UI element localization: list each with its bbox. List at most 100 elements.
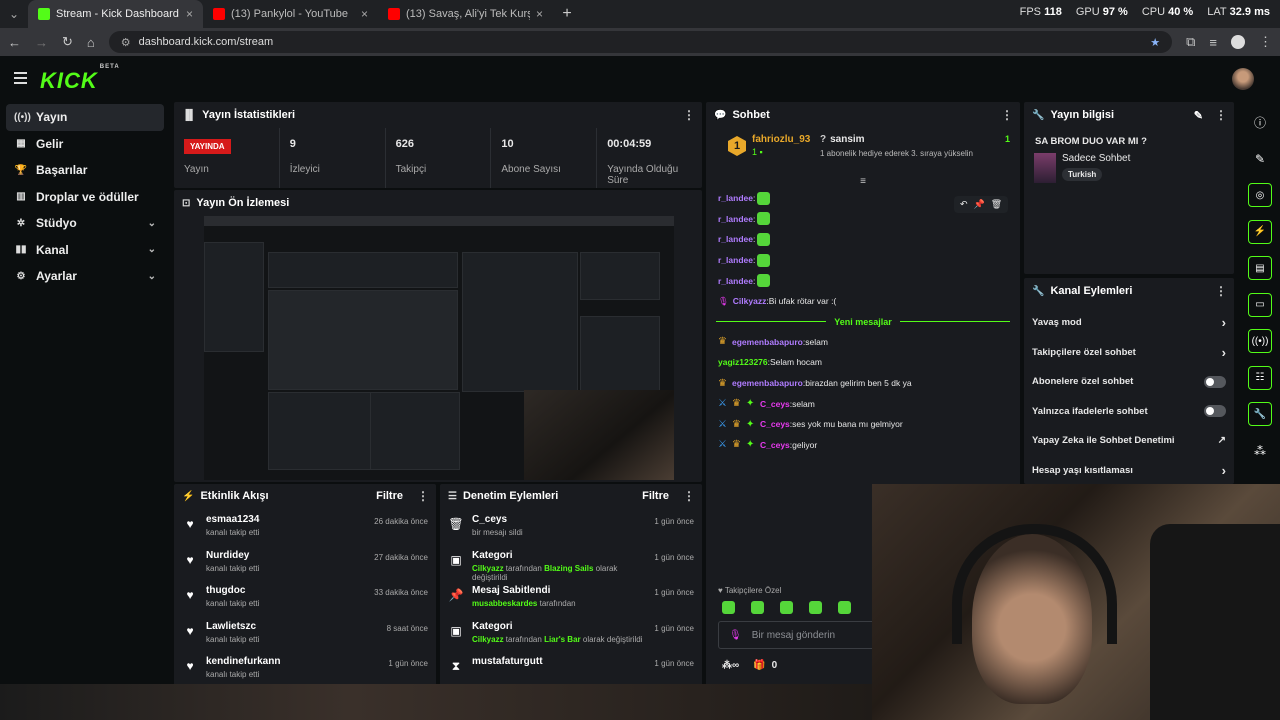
chat-message[interactable]: r_landee: [706, 270, 1020, 291]
more-options-icon[interactable]: ⋮ [683, 489, 695, 503]
browser-tab[interactable]: (13) Savaş, Ali'yi Tek Kurşunla H… × [378, 0, 553, 28]
chat-message[interactable]: ⚔ ♛ ✦ C_ceys: geliyor [706, 435, 1020, 456]
back-icon[interactable]: ← [8, 35, 21, 50]
chat-message[interactable]: yagiz123276: Selam hocam [706, 352, 1020, 373]
gift-box-icon[interactable]: 🎁 [753, 660, 765, 671]
channel-action-item[interactable]: Takipçilere özel sohbet › [1024, 338, 1234, 368]
new-tab-button[interactable]: + [553, 0, 581, 28]
url-input[interactable]: ⚙ dashboard.kick.com/stream ★ [108, 31, 1173, 53]
bookmark-star-icon[interactable]: ★ [1150, 36, 1160, 49]
home-icon[interactable]: ⌂ [87, 35, 95, 50]
chat-message[interactable]: r_landee: [706, 250, 1020, 271]
channel-action-item[interactable]: Yapay Zeka ile Sohbet Denetimi ↗ [1024, 426, 1234, 456]
follower-name[interactable]: Nurdidey [206, 550, 374, 561]
chat-message[interactable]: 🎙 Cilkyazz: Bi ufak rötar var :( [706, 291, 1020, 312]
avatar[interactable] [1232, 68, 1254, 90]
follower-name[interactable]: Lawlietszc [206, 621, 387, 632]
emote-button[interactable] [838, 601, 851, 614]
infinity-icon[interactable]: ⁂∞ [722, 660, 739, 671]
action-title[interactable]: Mesaj Sabitlendi [472, 585, 654, 596]
document-icon[interactable]: ▤ [1248, 256, 1272, 281]
media-icon[interactable]: ≡ [1209, 35, 1217, 50]
chat-message[interactable]: ♛ egemenbabapuro: birazdan gelirim ben 5 … [706, 373, 1020, 394]
filter-button[interactable]: Filtre [376, 490, 403, 502]
menu-icon[interactable] [14, 72, 27, 87]
lightning-icon[interactable]: ⚡ [1248, 219, 1272, 244]
more-options-icon[interactable]: ⋮ [417, 489, 429, 503]
chat-username[interactable]: egemenbabapuro [732, 337, 803, 347]
profile-icon[interactable] [1231, 35, 1245, 49]
chat-username[interactable]: r_landee [718, 276, 753, 286]
stream-preview-video[interactable] [204, 216, 674, 480]
chat-message[interactable]: ⚔ ♛ ✦ C_ceys: selam [706, 393, 1020, 414]
emote-button[interactable] [722, 601, 735, 614]
edit-icon[interactable]: ✎ [1194, 109, 1203, 122]
chat-icon[interactable]: ▭ [1248, 292, 1272, 317]
follower-name[interactable]: thugdoc [206, 585, 374, 596]
tab-search-icon[interactable]: ⌄ [0, 0, 28, 28]
info-icon[interactable]: ⓘ [1254, 114, 1266, 131]
gifter-name[interactable]: sansim [830, 134, 864, 145]
close-icon[interactable]: × [361, 7, 368, 21]
chat-message[interactable]: r_landee: [706, 229, 1020, 250]
sidebar-item-5[interactable]: ▮▮ Kanal ⌄ [6, 237, 164, 264]
category-thumbnail[interactable] [1034, 153, 1056, 183]
filter-button[interactable]: Filtre [642, 490, 669, 502]
nodes-icon[interactable]: ⁂ [1254, 444, 1266, 458]
channel-action-item[interactable]: Yavaş mod › [1024, 308, 1234, 338]
close-icon[interactable]: × [186, 7, 193, 21]
toggle-switch[interactable] [1204, 375, 1226, 388]
more-options-icon[interactable]: ⋮ [1215, 108, 1227, 122]
category-name[interactable]: Sadece Sohbet [1062, 153, 1130, 164]
sidebar-item-0[interactable]: ((•)) Yayın [6, 104, 164, 131]
list-icon[interactable]: ☷ [1248, 365, 1272, 390]
emote-button[interactable] [751, 601, 764, 614]
chat-message[interactable]: ⚔ ♛ ✦ C_ceys: ses yok mu bana mı gelmiyor [706, 414, 1020, 435]
sidebar-item-6[interactable]: ⚙ Ayarlar ⌄ [6, 263, 164, 290]
chat-username[interactable]: r_landee [718, 255, 753, 265]
chat-message[interactable]: ♛ egemenbabapuro: selam [706, 332, 1020, 353]
sidebar-item-3[interactable]: ▥ Droplar ve ödüller [6, 184, 164, 211]
emote-button[interactable] [809, 601, 822, 614]
sidebar-item-4[interactable]: ✲ Stüdyo ⌄ [6, 210, 164, 237]
action-title[interactable]: mustafaturgutt [472, 656, 654, 667]
pin-icon[interactable]: 📌 [974, 199, 985, 210]
channel-action-item[interactable]: Yalnızca ifadelerle sohbet [1024, 397, 1234, 427]
reload-icon[interactable]: ↻ [62, 34, 73, 50]
emote-button[interactable] [780, 601, 793, 614]
microphone-icon[interactable]: 🎙 [729, 630, 742, 641]
chat-username[interactable]: egemenbabapuro [732, 378, 803, 388]
camera-icon[interactable]: ◎ [1248, 183, 1272, 208]
reply-icon[interactable]: ↶ [960, 199, 968, 210]
trash-icon[interactable]: 🗑 [991, 199, 1002, 210]
sidebar-item-2[interactable]: 🏆 Başarılar [6, 157, 164, 184]
kick-logo[interactable]: KICKBETA [40, 64, 119, 94]
chat-username[interactable]: r_landee [718, 214, 753, 224]
action-title[interactable]: Kategori [472, 621, 654, 632]
site-info-icon[interactable]: ⚙ [121, 36, 131, 49]
sidebar-item-1[interactable]: ▦ Gelir [6, 131, 164, 158]
radio-icon[interactable]: ((•)) [1248, 329, 1272, 354]
close-icon[interactable]: × [536, 7, 543, 21]
chat-username[interactable]: r_landee [718, 234, 753, 244]
channel-action-item[interactable]: Hesap yaşı kısıtlaması › [1024, 456, 1234, 485]
action-title[interactable]: C_ceys [472, 514, 654, 525]
extensions-icon[interactable]: ⧉ [1186, 34, 1195, 50]
follower-name[interactable]: esmaa1234 [206, 514, 374, 525]
chat-username[interactable]: Cilkyazz [733, 296, 767, 306]
edit-icon[interactable]: ✎ [1255, 152, 1265, 166]
leaderboard-user[interactable]: fahriozlu_93 [752, 134, 812, 145]
action-title[interactable]: Kategori [472, 550, 654, 561]
more-options-icon[interactable]: ⋮ [1001, 108, 1013, 122]
channel-action-item[interactable]: Abonelere özel sohbet [1024, 367, 1234, 397]
chat-username[interactable]: r_landee [718, 193, 753, 203]
chat-username[interactable]: C_ceys [760, 399, 790, 409]
collapse-icon[interactable]: ≡ [706, 176, 1020, 188]
chat-username[interactable]: C_ceys [760, 440, 790, 450]
chat-username[interactable]: yagiz123276 [718, 357, 768, 367]
toggle-switch[interactable] [1204, 405, 1226, 418]
more-options-icon[interactable]: ⋮ [1215, 284, 1227, 298]
browser-tab[interactable]: (13) Pankylol - YouTube × [203, 0, 378, 28]
wrench-icon[interactable]: 🔧 [1248, 402, 1272, 427]
browser-tab[interactable]: Stream - Kick Dashboard × [28, 0, 203, 28]
